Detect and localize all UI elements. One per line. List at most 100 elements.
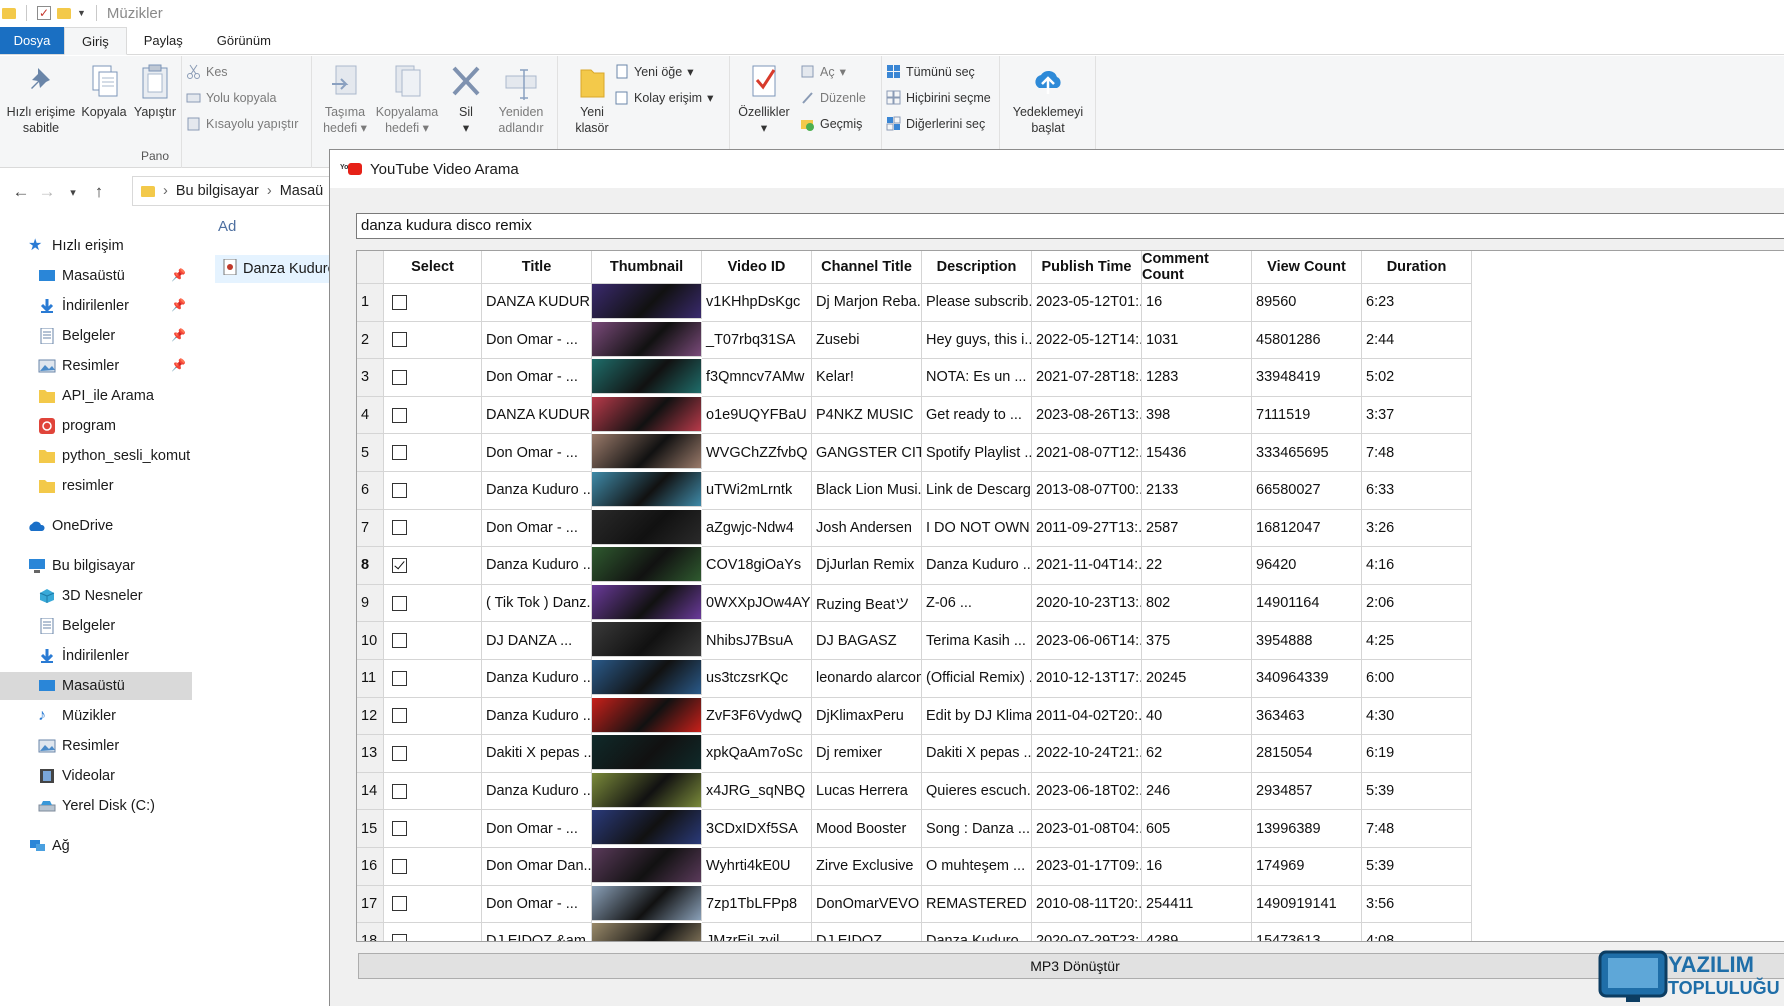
select-checkbox[interactable] bbox=[392, 896, 407, 912]
column-header[interactable]: View Count bbox=[1252, 251, 1362, 284]
start-backup-button[interactable]: Yedeklemeyi başlat bbox=[1004, 62, 1092, 136]
properties-button[interactable]: Özellikler ▾ bbox=[734, 62, 794, 136]
easy-access-button[interactable]: Kolay erişim ▾ bbox=[614, 90, 713, 105]
row-number[interactable]: 13 bbox=[357, 735, 384, 773]
history-button[interactable]: Geçmiş bbox=[800, 116, 862, 131]
sidebar-item-pc-desktop[interactable]: Masaüstü bbox=[0, 672, 192, 700]
sidebar-item-desktop[interactable]: Masaüstü 📌 bbox=[0, 262, 192, 290]
row-number[interactable]: 4 bbox=[357, 396, 384, 435]
breadcrumb-desktop[interactable]: Masaü bbox=[280, 183, 324, 199]
mp3-convert-button[interactable]: MP3 Dönüştür bbox=[358, 953, 1784, 979]
up-arrow-icon[interactable]: ↑ bbox=[86, 182, 112, 202]
file-item[interactable]: Danza Kuduro bbox=[215, 255, 331, 283]
select-checkbox[interactable] bbox=[392, 708, 407, 724]
chevron-down-icon[interactable]: ▼ bbox=[77, 8, 86, 18]
back-arrow-icon[interactable]: ← bbox=[8, 182, 34, 202]
select-checkbox[interactable] bbox=[392, 445, 407, 461]
select-checkbox[interactable] bbox=[392, 332, 407, 348]
open-button[interactable]: Aç ▾ bbox=[800, 64, 846, 79]
table-row[interactable]: 8 Danza Kuduro ... COV18giOaYs DjJurlan Rem… bbox=[357, 547, 1472, 585]
pin-icon[interactable]: 📌 bbox=[171, 298, 186, 312]
table-row[interactable]: 5 Don Omar - ... WVGChZZfvbQGANGSTER CITYS… bbox=[357, 434, 1472, 472]
sidebar-item-downloads[interactable]: İndirilenler 📌 bbox=[0, 292, 192, 320]
new-folder-quick-icon[interactable] bbox=[57, 7, 71, 19]
sidebar-item-videos[interactable]: Videolar bbox=[0, 762, 192, 790]
sidebar-item-pc-downloads[interactable]: İndirilenler bbox=[0, 642, 192, 670]
row-number[interactable]: 7 bbox=[357, 509, 384, 548]
select-checkbox[interactable] bbox=[392, 821, 407, 837]
tab-file[interactable]: Dosya bbox=[0, 27, 64, 54]
edit-button[interactable]: Düzenle bbox=[800, 90, 866, 105]
row-number[interactable]: 9 bbox=[357, 584, 384, 623]
select-checkbox[interactable] bbox=[392, 633, 407, 649]
select-checkbox[interactable] bbox=[392, 858, 407, 874]
table-row[interactable]: 4 DANZA KUDUR... o1e9UQYFBaU P4NKZ MUSIC Get… bbox=[357, 396, 1472, 435]
pin-quick-access-button[interactable]: Hızlı erişime sabitle bbox=[4, 62, 78, 136]
move-to-button[interactable]: Taşıma hedefi ▾ bbox=[316, 62, 374, 136]
select-checkbox[interactable] bbox=[392, 670, 407, 686]
copy-path-button[interactable]: Yolu kopyala bbox=[186, 90, 276, 105]
row-number[interactable]: 15 bbox=[357, 810, 384, 848]
table-row[interactable]: 17 Don Omar - ... 7zp1TbLFPp8 DonOmarVEVO RE… bbox=[357, 885, 1472, 924]
table-row[interactable]: 3 Don Omar - ... f3Qmncv7AMw Kelar! NOTA: Es… bbox=[357, 359, 1472, 397]
table-row[interactable]: 11 Danza Kuduro ... us3tczsrKQc leonardo al… bbox=[357, 660, 1472, 698]
select-checkbox[interactable] bbox=[392, 933, 407, 941]
sidebar-item-program[interactable]: program bbox=[0, 412, 192, 440]
sidebar-item-pc-documents[interactable]: Belgeler bbox=[0, 612, 192, 640]
search-input[interactable]: danza kudura disco remix bbox=[356, 213, 1784, 239]
sidebar-item-local-disk[interactable]: Yerel Disk (C:) bbox=[0, 792, 192, 820]
select-checkbox[interactable] bbox=[392, 294, 407, 310]
pin-icon[interactable]: 📌 bbox=[171, 268, 186, 282]
row-number[interactable]: 12 bbox=[357, 697, 384, 736]
row-number[interactable]: 10 bbox=[357, 622, 384, 660]
table-row[interactable]: 7 Don Omar - ... aZgwjc-Ndw4 Josh Andersen I… bbox=[357, 509, 1472, 548]
row-number[interactable]: 17 bbox=[357, 885, 384, 924]
select-checkbox[interactable] bbox=[392, 595, 407, 611]
column-header[interactable]: Publish Time bbox=[1032, 251, 1142, 284]
cut-button[interactable]: Kes bbox=[186, 64, 228, 79]
row-number[interactable]: 8 bbox=[357, 547, 384, 585]
column-header[interactable]: Select bbox=[384, 251, 482, 284]
select-checkbox[interactable] bbox=[392, 369, 407, 385]
copy-to-button[interactable]: Kopyalama hedefi ▾ bbox=[372, 62, 442, 136]
select-all-button[interactable]: Tümünü seç bbox=[886, 64, 975, 79]
sidebar-item-this-pc[interactable]: Bu bilgisayar bbox=[0, 552, 192, 580]
table-row[interactable]: 13 Dakiti X pepas ... xpkQaAm7oSc Dj remixe… bbox=[357, 735, 1472, 773]
column-header[interactable]: Description bbox=[922, 251, 1032, 284]
column-header[interactable]: Title bbox=[482, 251, 592, 284]
sidebar-item-onedrive[interactable]: OneDrive bbox=[0, 512, 192, 540]
column-header[interactable]: Channel Title bbox=[812, 251, 922, 284]
sidebar-item-api-search[interactable]: API_ile Arama bbox=[0, 382, 192, 410]
select-checkbox[interactable] bbox=[392, 745, 407, 761]
breadcrumb-this-pc[interactable]: Bu bilgisayar bbox=[176, 183, 259, 199]
column-header[interactable]: Duration bbox=[1362, 251, 1472, 284]
column-header-name[interactable]: Ad bbox=[218, 218, 236, 235]
address-bar[interactable]: › Bu bilgisayar › Masaü bbox=[132, 176, 342, 206]
tab-home[interactable]: Giriş bbox=[64, 27, 127, 55]
table-row[interactable]: 2 Don Omar - ... _T07rbq31SA Zusebi Hey guys… bbox=[357, 321, 1472, 360]
table-row[interactable]: 18 DJ EIDOZ &am... JMzrEiLzvil DJ EIDOZ Danz… bbox=[357, 923, 1472, 941]
sidebar-item-pictures[interactable]: Resimler 📌 bbox=[0, 352, 192, 380]
tab-share[interactable]: Paylaş bbox=[127, 27, 200, 54]
tab-view[interactable]: Görünüm bbox=[200, 27, 288, 54]
row-number[interactable]: 6 bbox=[357, 472, 384, 510]
row-number[interactable]: 1 bbox=[357, 284, 384, 322]
select-checkbox[interactable] bbox=[392, 520, 407, 536]
sidebar-item-3d-objects[interactable]: 3D Nesneler bbox=[0, 582, 192, 610]
results-grid[interactable]: Select Title Thumbnail Video ID Channel Titl… bbox=[356, 250, 1784, 942]
sidebar-item-pc-pictures[interactable]: Resimler bbox=[0, 732, 192, 760]
copy-button[interactable]: Kopyala bbox=[80, 62, 128, 120]
forward-arrow-icon[interactable]: → bbox=[34, 182, 60, 202]
table-row[interactable]: 9 ( Tik Tok ) Danz... 0WXXpJOw4AY Ruzing Be… bbox=[357, 584, 1472, 623]
sidebar-item-network[interactable]: Ağ bbox=[0, 832, 192, 860]
row-number[interactable]: 11 bbox=[357, 660, 384, 698]
table-row[interactable]: 6 Danza Kuduro ... uTWi2mLrntk Black Lion M… bbox=[357, 472, 1472, 510]
row-number[interactable]: 3 bbox=[357, 359, 384, 397]
table-row[interactable]: 1 DANZA KUDUR... v1KHhpDsKgc Dj Marjon Reba… bbox=[357, 284, 1472, 322]
column-header[interactable]: Comment Count bbox=[1142, 251, 1252, 284]
delete-button[interactable]: Sil ▾ bbox=[446, 62, 486, 136]
properties-quick-icon[interactable]: ✓ bbox=[37, 6, 51, 20]
row-number[interactable]: 5 bbox=[357, 434, 384, 472]
column-header[interactable]: Video ID bbox=[702, 251, 812, 284]
table-row[interactable]: 14 Danza Kuduro ... x4JRG_sqNBQ Lucas Herre… bbox=[357, 772, 1472, 811]
